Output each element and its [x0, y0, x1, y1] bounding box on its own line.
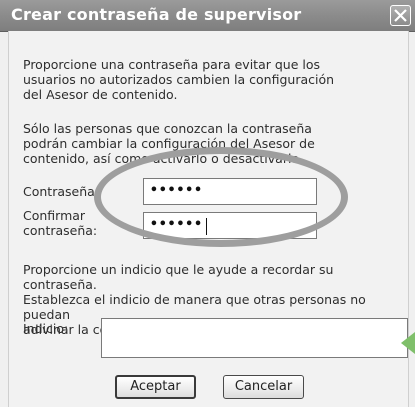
arrow-pointer-icon — [401, 332, 415, 354]
close-button[interactable] — [390, 5, 411, 26]
password-field[interactable]: •••••• — [143, 178, 317, 205]
title-bar: Crear contraseña de supervisor — [0, 0, 415, 32]
intro-paragraph-2: Sólo las personas que conozcan la contra… — [23, 121, 315, 166]
password-label: Contraseña: — [23, 184, 99, 199]
accept-button[interactable]: Aceptar — [115, 375, 196, 399]
hint-field[interactable] — [101, 318, 408, 358]
hint-label: Indicio: — [23, 321, 69, 336]
password-value: •••••• — [150, 183, 203, 198]
intro-paragraph-1: Proporcione una contraseña para evitar q… — [23, 57, 335, 102]
close-icon — [394, 9, 407, 22]
confirm-password-field[interactable]: •••••• — [143, 212, 317, 239]
dialog-body: Proporcione una contraseña para evitar q… — [8, 31, 409, 407]
cancel-button[interactable]: Cancelar — [223, 375, 304, 399]
dialog-window: Crear contraseña de supervisor Proporcio… — [0, 0, 415, 407]
dialog-title: Crear contraseña de supervisor — [11, 5, 302, 24]
text-caret — [206, 218, 207, 235]
confirm-password-label: Confirmar contraseña: — [23, 208, 98, 238]
confirm-password-value: •••••• — [150, 217, 203, 232]
